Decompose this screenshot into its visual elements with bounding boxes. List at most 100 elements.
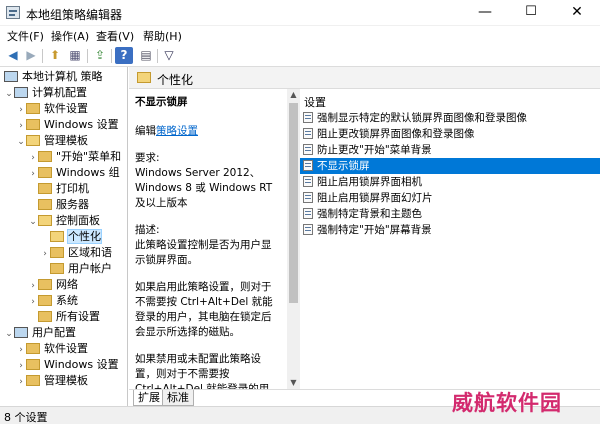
list-item[interactable]: 防止更改"开始"菜单背景	[300, 142, 600, 158]
list-item[interactable]: 强制显示特定的默认锁屏界面图像和登录图像	[300, 110, 600, 126]
policy-setting-icon	[303, 112, 313, 123]
expand-icon[interactable]: ›	[28, 150, 38, 166]
tree-item-system[interactable]: › 系统	[28, 293, 78, 309]
policy-setting-icon	[303, 224, 313, 235]
tree-item-user-windows-settings[interactable]: › Windows 设置	[16, 357, 118, 374]
policy-setting-icon	[303, 176, 313, 187]
help-icon[interactable]: ?	[115, 47, 133, 64]
list-item[interactable]: 阻止启用锁屏界面相机	[300, 174, 600, 190]
enabled-explanation: 如果启用此策略设置，则对于不需要按 Ctrl+Alt+Del 就能登录的用户，其…	[135, 281, 273, 338]
tree-item-printers[interactable]: 打印机	[28, 181, 89, 197]
menu-action[interactable]: 操作(A)	[48, 28, 92, 44]
expand-icon[interactable]: ›	[16, 102, 26, 118]
policy-setting-icon	[303, 192, 313, 203]
folder-icon	[38, 183, 52, 194]
minimize-button[interactable]: —	[462, 0, 508, 26]
computer-icon	[14, 87, 28, 98]
expand-icon[interactable]: ›	[28, 166, 38, 182]
detail-header-title: 个性化	[157, 73, 194, 87]
show-tree-icon[interactable]: ▦	[66, 47, 84, 64]
folder-open-icon	[50, 231, 64, 242]
toolbar-separator	[157, 49, 158, 63]
tree-item-all-settings[interactable]: 所有设置	[28, 309, 100, 325]
policy-editor-app-icon	[6, 6, 20, 19]
maximize-button[interactable]: ☐	[508, 0, 554, 26]
close-button[interactable]: ✕	[554, 0, 600, 26]
policy-title: 不显示锁屏	[135, 96, 188, 108]
tree-item-user-config[interactable]: ⌄ 用户配置	[4, 325, 76, 341]
up-folder-icon[interactable]: ⬆	[46, 47, 64, 64]
disabled-explanation: 如果禁用或未配置此策略设置，则对于不需要按 Ctrl+Alt+Del 就能登录的…	[135, 353, 270, 389]
export-list-icon[interactable]: ⇪	[91, 47, 109, 64]
tab-standard[interactable]: 标准	[162, 390, 194, 406]
policy-setting-icon	[303, 208, 313, 219]
filter-icon[interactable]: ▽	[160, 47, 178, 64]
computer-icon	[4, 71, 18, 82]
status-text: 8 个设置	[4, 411, 48, 424]
tab-extended[interactable]: 扩展	[133, 390, 165, 406]
folder-icon	[38, 167, 52, 178]
edit-policy-link[interactable]: 策略设置	[156, 125, 198, 137]
expand-icon[interactable]: ›	[16, 118, 26, 134]
expand-icon[interactable]: ›	[28, 278, 38, 294]
properties-icon[interactable]: ▤	[137, 47, 155, 64]
tree-item-user-admin-templates[interactable]: › 管理模板	[16, 373, 88, 389]
tree-item-network[interactable]: › 网络	[28, 277, 78, 293]
policy-setting-icon	[303, 128, 313, 139]
expand-icon[interactable]: ›	[40, 246, 50, 262]
list-item[interactable]: 阻止更改锁屏界面图像和登录图像	[300, 126, 600, 142]
back-arrow-icon[interactable]: ◀	[4, 47, 22, 64]
tree-item-personalization[interactable]: 个性化	[40, 229, 102, 245]
tree-item-software-settings[interactable]: › 软件设置	[16, 101, 88, 117]
collapse-icon[interactable]: ⌄	[16, 134, 26, 150]
scroll-thumb[interactable]	[289, 103, 298, 303]
tree-item-user-software-settings[interactable]: › 软件设置	[16, 341, 88, 357]
list-item[interactable]: 强制特定"开始"屏幕背景	[300, 222, 600, 238]
expand-icon[interactable]: ›	[16, 374, 26, 390]
folder-icon	[26, 359, 40, 370]
folder-icon	[26, 375, 40, 386]
menu-view[interactable]: 查看(V)	[93, 28, 137, 44]
list-item-selected[interactable]: 不显示锁屏	[300, 158, 600, 174]
tree-item-servers[interactable]: 服务器	[28, 197, 89, 213]
column-header-setting[interactable]: 设置	[304, 94, 326, 110]
scroll-down-icon[interactable]: ▼	[287, 377, 300, 389]
toolbar-separator	[87, 49, 88, 63]
folder-open-icon	[137, 72, 151, 83]
description-scrollbar[interactable]: ▲ ▼	[287, 89, 300, 389]
requirements-text: Windows Server 2012、Windows 8 或 Windows …	[135, 167, 273, 209]
expand-icon[interactable]: ›	[16, 342, 26, 358]
folder-icon	[38, 279, 52, 290]
tree-item-windows-settings[interactable]: › Windows 设置	[16, 117, 118, 134]
menu-file[interactable]: 文件(F)	[4, 28, 47, 44]
collapse-icon[interactable]: ⌄	[4, 326, 14, 342]
tree-item-root[interactable]: 本地计算机 策略	[4, 69, 103, 85]
folder-icon	[50, 263, 64, 274]
description-text: 此策略设置控制是否为用户显示锁屏界面。	[135, 239, 272, 266]
settings-list: 设置 强制显示特定的默认锁屏界面图像和登录图像 阻止更改锁屏界面图像和登录图像 …	[300, 89, 600, 389]
toolbar-separator	[42, 49, 43, 63]
tree-item-start-menu[interactable]: › "开始"菜单和	[28, 149, 121, 165]
list-item[interactable]: 阻止启用锁屏界面幻灯片	[300, 190, 600, 206]
tree-item-windows-components[interactable]: › Windows 组	[28, 165, 119, 182]
collapse-icon[interactable]: ⌄	[28, 214, 38, 230]
folder-icon	[38, 199, 52, 210]
folder-icon	[50, 247, 64, 258]
list-item[interactable]: 强制特定背景和主题色	[300, 206, 600, 222]
expand-icon[interactable]: ›	[28, 294, 38, 310]
forward-arrow-icon[interactable]: ▶	[22, 47, 40, 64]
menu-bar: 文件(F) 操作(A) 查看(V) 帮助(H)	[0, 26, 600, 45]
tree-item-user-accounts[interactable]: 用户帐户	[40, 261, 112, 277]
expand-icon[interactable]: ›	[16, 358, 26, 374]
menu-help[interactable]: 帮助(H)	[140, 28, 185, 44]
user-config-icon	[14, 327, 28, 338]
scroll-up-icon[interactable]: ▲	[287, 89, 300, 101]
tree-pane[interactable]: 本地计算机 策略 ⌄ 计算机配置 › 软件设置 › Windows 设置 ⌄ 管理模板 …	[0, 67, 128, 407]
tree-item-computer-config[interactable]: ⌄ 计算机配置	[4, 85, 87, 101]
tree-item-control-panel[interactable]: ⌄ 控制面板	[28, 213, 100, 229]
toolbar: ◀ ▶ ⬆ ▦ ⇪ ? ▤ ▽	[0, 45, 600, 67]
site-watermark: 威航软件园	[452, 390, 562, 415]
tree-item-regional[interactable]: › 区域和语	[40, 245, 112, 261]
tree-item-admin-templates[interactable]: ⌄ 管理模板	[16, 133, 88, 149]
collapse-icon[interactable]: ⌄	[4, 86, 14, 102]
